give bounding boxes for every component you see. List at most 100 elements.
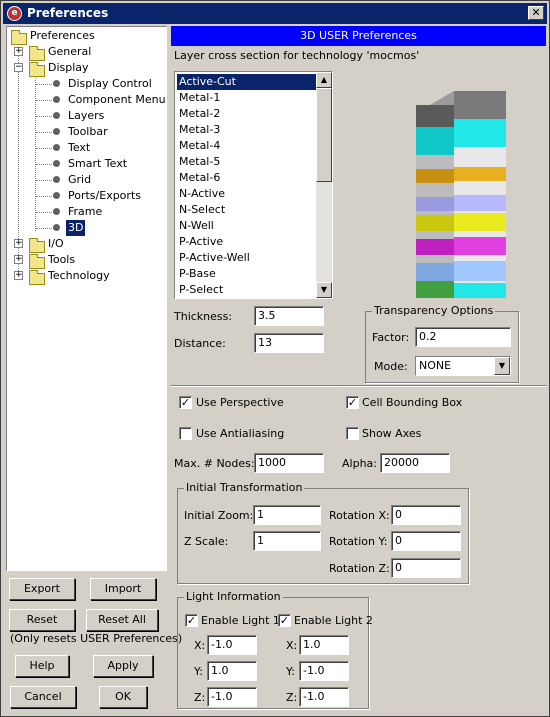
list-item[interactable]: N-Well [177,218,317,234]
tree-item-3d[interactable]: 3D [66,220,86,236]
thickness-field[interactable]: 3.5 [254,306,324,326]
tree-item-component-menu[interactable]: Component Menu [68,92,166,108]
stack-layer [454,195,506,211]
leaf-bullet-icon [53,128,60,135]
panel-header: 3D USER Preferences [171,26,546,46]
tree-line [36,84,54,85]
leaf-bullet-icon [53,112,60,119]
light1-z-field[interactable]: -1.0 [207,687,257,707]
stack-layer [416,239,454,255]
max-nodes-field[interactable]: 1000 [254,453,324,473]
reset-all-button[interactable]: Reset All [86,609,158,631]
tree-item-grid[interactable]: Grid [68,172,91,188]
light1-y-field[interactable]: 1.0 [207,661,257,681]
preferences-tree[interactable]: Preferences + General − Display Display … [6,26,167,571]
rotation-z-field[interactable]: 0 [391,558,461,578]
collapse-display-icon[interactable]: − [14,63,23,72]
stack-layer [416,281,454,298]
light2-y-field[interactable]: -1.0 [299,661,349,681]
mode-select[interactable]: NONE ▼ [415,356,511,376]
rotation-y-field[interactable]: 0 [391,531,461,551]
chevron-down-icon[interactable]: ▼ [494,357,510,375]
stack-layer [454,91,506,119]
list-item[interactable]: P-Select [177,282,317,298]
stack-layer [416,105,454,127]
tree-item-general[interactable]: General [48,44,91,60]
layer-list-scrollbar[interactable]: ▲ ▼ [316,72,332,298]
tree-item-toolbar[interactable]: Toolbar [68,124,108,140]
scroll-thumb[interactable] [316,88,332,182]
tree-item-smart-text[interactable]: Smart Text [68,156,127,172]
title-bar[interactable]: e Preferences ✕ [3,3,547,24]
initial-zoom-field[interactable]: 1 [253,505,321,525]
list-item[interactable]: Metal-5 [177,154,317,170]
expand-tools-icon[interactable]: + [14,255,23,264]
list-item[interactable]: P-Active-Well [177,250,317,266]
cancel-button[interactable]: Cancel [10,686,76,708]
leaf-bullet-icon [53,80,60,87]
list-item[interactable]: P-Base [177,266,317,282]
show-axes-checkbox[interactable] [346,427,359,440]
expand-io-icon[interactable]: + [14,239,23,248]
tree-item-layers[interactable]: Layers [68,108,104,124]
factor-field[interactable]: 0.2 [415,327,511,347]
z-scale-field[interactable]: 1 [253,531,321,551]
tree-line [36,180,54,181]
tree-item-display[interactable]: Display [48,60,89,76]
leaf-bullet-icon [53,224,60,231]
window-title: Preferences [27,6,109,20]
scroll-down-icon[interactable]: ▼ [316,282,332,298]
list-item[interactable]: Metal-2 [177,106,317,122]
stack-layer [416,127,454,155]
use-perspective-checkbox[interactable]: ✓ [179,396,192,409]
tree-item-text[interactable]: Text [68,140,90,156]
list-item[interactable]: Active-Cut [177,74,317,90]
import-button[interactable]: Import [90,578,156,600]
expand-general-icon[interactable]: + [14,47,23,56]
rotation-x-label: Rotation X: [329,509,390,522]
apply-button[interactable]: Apply [93,655,153,677]
tree-item-ports-exports[interactable]: Ports/Exports [68,188,141,204]
list-item[interactable]: Metal-6 [177,170,317,186]
folder-icon [29,238,45,253]
show-axes-label: Show Axes [362,427,422,440]
mode-label: Mode: [374,360,408,373]
enable-light-2-checkbox[interactable]: ✓ [278,614,291,627]
layer-list[interactable]: Active-Cut Metal-1 Metal-2 Metal-3 Metal… [174,71,333,299]
help-button[interactable]: Help [15,655,69,677]
enable-light-1-checkbox[interactable]: ✓ [185,614,198,627]
rotation-x-field[interactable]: 0 [391,505,461,525]
export-button[interactable]: Export [9,578,75,600]
stack-layer [416,215,454,231]
list-item[interactable]: N-Select [177,202,317,218]
stack-layer [454,119,506,147]
alpha-field[interactable]: 20000 [380,453,450,473]
tree-item-frame[interactable]: Frame [68,204,102,220]
scroll-up-icon[interactable]: ▲ [316,72,332,88]
expand-technology-icon[interactable]: + [14,271,23,280]
cell-bounding-box-checkbox[interactable]: ✓ [346,396,359,409]
tree-item-io[interactable]: I/O [48,236,64,252]
tree-root-label[interactable]: Preferences [30,28,95,44]
list-item[interactable]: Metal-1 [177,90,317,106]
reset-button[interactable]: Reset [9,609,75,631]
ok-button[interactable]: OK [99,686,147,708]
light1-x-field[interactable]: -1.0 [207,635,257,655]
light2-x-field[interactable]: 1.0 [299,635,349,655]
list-item[interactable]: Metal-3 [177,122,317,138]
tree-item-technology[interactable]: Technology [48,268,110,284]
folder-open-icon [29,62,45,77]
tree-line [36,212,54,213]
list-item[interactable]: Metal-4 [177,138,317,154]
list-item[interactable]: P-Active [177,234,317,250]
light2-y-label: Y: [286,665,295,678]
tree-item-tools[interactable]: Tools [48,252,75,268]
enable-light-1-label: Enable Light 1 [201,614,280,627]
tree-item-display-control[interactable]: Display Control [68,76,152,92]
use-antialiasing-checkbox[interactable] [179,427,192,440]
alpha-label: Alpha: [342,457,377,470]
close-button[interactable]: ✕ [528,6,544,20]
distance-field[interactable]: 13 [254,333,324,353]
light2-z-field[interactable]: -1.0 [299,687,349,707]
list-item[interactable]: N-Active [177,186,317,202]
